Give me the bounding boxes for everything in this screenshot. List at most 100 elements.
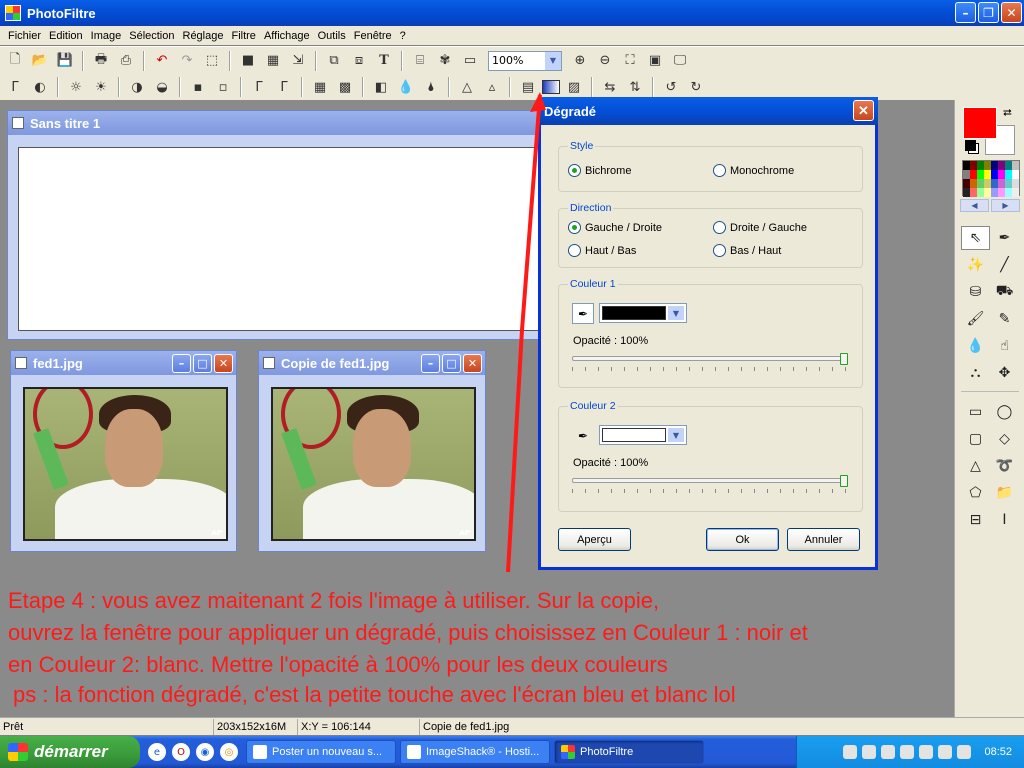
start-button[interactable]: démarrer <box>0 736 140 768</box>
gamma-down-icon[interactable]: Γ <box>248 76 270 98</box>
open-folder-icon[interactable]: 📂 <box>29 50 51 72</box>
rotate-right-icon[interactable]: ↻ <box>685 76 707 98</box>
ie-icon[interactable]: e <box>148 743 166 761</box>
rainbow-gradient-icon[interactable]: ▤ <box>517 76 539 98</box>
chevron-down-icon[interactable]: ▼ <box>545 51 561 70</box>
selection-icon[interactable]: ⬚ <box>201 50 223 72</box>
contrast-down-icon[interactable]: ◑ <box>126 76 148 98</box>
security-icon[interactable] <box>938 745 953 759</box>
fullscreen-icon[interactable]: 🖵 <box>669 50 691 72</box>
brightness-down-icon[interactable]: ☼ <box>65 76 87 98</box>
slider-thumb[interactable] <box>840 475 848 487</box>
rotate-left-icon[interactable]: ↺ <box>660 76 682 98</box>
redo-icon[interactable]: ↷ <box>176 50 198 72</box>
saturation-up-icon[interactable]: ▫ <box>212 76 234 98</box>
volume-icon[interactable] <box>900 745 915 759</box>
brush-icon[interactable]: 🖌 <box>961 307 990 331</box>
opera-icon[interactable]: O <box>172 743 190 761</box>
radio-left-right[interactable]: Gauche / Droite <box>568 221 662 234</box>
image-size-icon[interactable]: ⧉ <box>323 50 345 72</box>
drop-icon[interactable]: 💧 <box>395 76 417 98</box>
menu-reglage[interactable]: Réglage <box>179 30 228 42</box>
color-grid-icon[interactable]: ▦ <box>262 50 284 72</box>
close-button[interactable]: ✕ <box>214 354 233 373</box>
clock[interactable]: 08:52 <box>984 746 1012 758</box>
rectangle-select-icon[interactable]: ▭ <box>961 400 990 424</box>
reset-colors-icon[interactable] <box>965 140 976 151</box>
cancel-button[interactable]: Annuler <box>787 528 860 551</box>
color2-opacity-slider[interactable] <box>572 475 848 495</box>
grayscale-icon[interactable]: ◧ <box>370 76 392 98</box>
magic-wand-icon[interactable]: ✨ <box>961 253 990 277</box>
tennis-player-photo[interactable]: AP <box>23 387 228 541</box>
triangle-select-icon[interactable]: △ <box>961 454 990 478</box>
color1-opacity-slider[interactable] <box>572 353 848 373</box>
maximize-button[interactable]: □ <box>442 354 461 373</box>
gray-square-icon[interactable]: ■ <box>237 50 259 72</box>
drop-outline-icon[interactable]: 🌢 <box>420 76 442 98</box>
menu-help[interactable]: ? <box>396 30 410 42</box>
menu-filtre[interactable]: Filtre <box>227 30 259 42</box>
slider-thumb[interactable] <box>840 353 848 365</box>
gradient-icon[interactable] <box>542 80 560 94</box>
auto-contrast-icon[interactable]: ◐ <box>29 76 51 98</box>
scan-icon[interactable]: ⎙ <box>115 50 137 72</box>
close-button[interactable]: ✕ <box>1001 2 1022 23</box>
antivirus-icon[interactable] <box>862 745 877 759</box>
eyedropper-tool-icon[interactable]: ✒ <box>990 226 1019 250</box>
dialog-close-button[interactable]: ✕ <box>853 100 874 121</box>
radio-bottom-top[interactable]: Bas / Haut <box>713 244 781 257</box>
resize-icon[interactable]: ⇲ <box>287 50 309 72</box>
untitled-image-window[interactable]: Sans titre 1 <box>7 110 553 340</box>
grid-filter-icon[interactable]: ▦ <box>309 76 331 98</box>
print-icon[interactable]: 🖶 <box>90 50 112 72</box>
flip-horizontal-icon[interactable]: ⇆ <box>599 76 621 98</box>
fill-bucket-icon[interactable]: ⛁ <box>961 280 990 304</box>
actual-size-icon[interactable]: ▣ <box>644 50 666 72</box>
blank-canvas[interactable] <box>18 147 553 331</box>
color2-dropdown[interactable]: ▼ <box>599 425 687 445</box>
task-photofiltre[interactable]: PhotoFiltre <box>554 740 704 764</box>
chrome-icon[interactable]: ◎ <box>220 743 238 761</box>
polygon-lasso-icon[interactable]: ⬠ <box>961 481 990 505</box>
ellipse-select-icon[interactable]: ◯ <box>990 400 1019 424</box>
eyedropper-icon[interactable]: ✒ <box>572 303 594 324</box>
task-poster[interactable]: Poster un nouveau s... <box>246 740 396 764</box>
canvas-size-icon[interactable]: ⧈ <box>348 50 370 72</box>
menu-fichier[interactable]: Fichier <box>4 30 45 42</box>
close-button[interactable]: ✕ <box>463 354 482 373</box>
explorer-icon[interactable]: ⌸ <box>409 50 431 72</box>
saturation-down-icon[interactable]: ▪ <box>187 76 209 98</box>
gamma-up-icon[interactable]: Γ <box>273 76 295 98</box>
contrast-up-icon[interactable]: ◒ <box>151 76 173 98</box>
zoom-out-icon[interactable]: ⊖ <box>594 50 616 72</box>
save-icon[interactable]: 💾 <box>54 50 76 72</box>
finger-icon[interactable]: ☝ <box>990 334 1019 358</box>
signal-icon[interactable] <box>957 745 972 759</box>
zoom-select[interactable]: 100% ▼ <box>488 50 562 71</box>
minimize-button[interactable]: – <box>172 354 191 373</box>
color1-dropdown[interactable]: ▼ <box>599 303 687 323</box>
window-icon[interactable]: ▭ <box>459 50 481 72</box>
radio-right-left[interactable]: Droite / Gauche <box>713 221 807 234</box>
tray-arrow-icon[interactable] <box>843 745 858 759</box>
restore-button[interactable]: ❐ <box>978 2 999 23</box>
blur-icon[interactable]: ▵ <box>481 76 503 98</box>
diamond-select-icon[interactable]: ◇ <box>990 427 1019 451</box>
menu-fenetre[interactable]: Fenêtre <box>350 30 396 42</box>
swap-colors-icon[interactable]: ⮂ <box>1003 106 1012 120</box>
maximize-button[interactable]: □ <box>193 354 212 373</box>
radio-top-bottom[interactable]: Haut / Bas <box>568 244 636 257</box>
plugin-icon[interactable]: ✾ <box>434 50 456 72</box>
flip-vertical-icon[interactable]: ⇅ <box>624 76 646 98</box>
lasso-icon[interactable]: ➰ <box>990 454 1019 478</box>
open-shape-icon[interactable]: 📁 <box>990 481 1019 505</box>
texture-icon[interactable]: ▨ <box>563 76 585 98</box>
eyedropper-icon[interactable]: ✒ <box>572 425 594 446</box>
move-icon[interactable]: ✥ <box>990 361 1019 385</box>
fed1-image-window[interactable]: fed1.jpg – □ ✕ AP <box>10 350 237 552</box>
menu-outils[interactable]: Outils <box>314 30 350 42</box>
advanced-brush-icon[interactable]: ✎ <box>990 307 1019 331</box>
text-cursor-icon[interactable]: Ⅰ <box>990 508 1019 532</box>
brightness-up-icon[interactable]: ☀ <box>90 76 112 98</box>
